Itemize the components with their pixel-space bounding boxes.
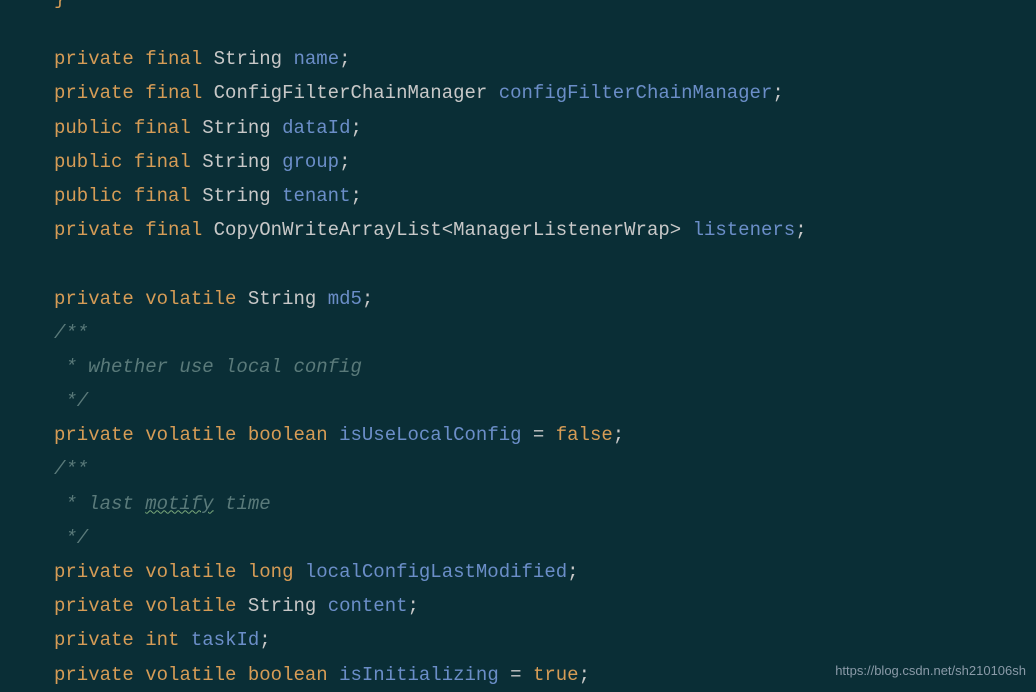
comment-body: * last motify time: [54, 487, 1036, 521]
angle-bracket: <: [442, 219, 453, 241]
type: String: [248, 595, 316, 617]
type: ConfigFilterChainManager: [214, 82, 488, 104]
identifier: listeners: [693, 219, 796, 241]
angle-bracket: >: [670, 219, 681, 241]
semicolon: ;: [339, 151, 350, 173]
blank-line: [54, 247, 1036, 281]
keyword-final: final: [134, 117, 191, 139]
keyword-final: final: [134, 185, 191, 207]
keyword-public: public: [54, 117, 122, 139]
boolean-literal: true: [533, 664, 579, 686]
comment-open: /**: [54, 452, 1036, 486]
type-boolean: boolean: [248, 664, 328, 686]
identifier: dataId: [282, 117, 350, 139]
keyword-final: final: [145, 48, 202, 70]
keyword-final: final: [145, 82, 202, 104]
type-int: int: [145, 629, 179, 651]
keyword-public: public: [54, 185, 122, 207]
blank-line: [54, 8, 1036, 42]
semicolon: ;: [339, 48, 350, 70]
keyword-private: private: [54, 48, 134, 70]
type: String: [202, 151, 270, 173]
type-long: long: [248, 561, 294, 583]
identifier: group: [282, 151, 339, 173]
code-line: private volatile long localConfigLastMod…: [54, 555, 1036, 589]
keyword-final: final: [145, 219, 202, 241]
keyword-volatile: volatile: [145, 664, 236, 686]
keyword-private: private: [54, 288, 134, 310]
code-block: private final String name; private final…: [54, 8, 1036, 692]
identifier: content: [328, 595, 408, 617]
type: String: [202, 117, 270, 139]
equals: =: [499, 664, 533, 686]
identifier: isUseLocalConfig: [339, 424, 521, 446]
type: String: [202, 185, 270, 207]
comment-open: /**: [54, 316, 1036, 350]
semicolon: ;: [351, 117, 362, 139]
identifier: md5: [328, 288, 362, 310]
semicolon: ;: [567, 561, 578, 583]
semicolon: ;: [579, 664, 590, 686]
keyword-private: private: [54, 561, 134, 583]
identifier: configFilterChainManager: [499, 82, 773, 104]
identifier: name: [293, 48, 339, 70]
keyword-private: private: [54, 424, 134, 446]
keyword-private: private: [54, 219, 134, 241]
typo-warning: motify: [145, 493, 213, 515]
semicolon: ;: [613, 424, 624, 446]
code-line: private final CopyOnWriteArrayList<Manag…: [54, 213, 1036, 247]
keyword-volatile: volatile: [145, 424, 236, 446]
keyword-volatile: volatile: [145, 561, 236, 583]
keyword-private: private: [54, 595, 134, 617]
code-line: private final ConfigFilterChainManager c…: [54, 76, 1036, 110]
semicolon: ;: [772, 82, 783, 104]
code-line: private final String name;: [54, 42, 1036, 76]
code-line: public final String tenant;: [54, 179, 1036, 213]
identifier: tenant: [282, 185, 350, 207]
keyword-private: private: [54, 82, 134, 104]
comment-text: * last: [54, 493, 145, 515]
keyword-public: public: [54, 151, 122, 173]
code-line: private int taskId;: [54, 623, 1036, 657]
semicolon: ;: [351, 185, 362, 207]
type: String: [248, 288, 316, 310]
comment-close: */: [54, 521, 1036, 555]
identifier: taskId: [191, 629, 259, 651]
code-fragment-top: }: [54, 0, 65, 16]
code-line: public final String dataId;: [54, 111, 1036, 145]
keyword-volatile: volatile: [145, 288, 236, 310]
code-line: private volatile boolean isUseLocalConfi…: [54, 418, 1036, 452]
keyword-final: final: [134, 151, 191, 173]
type: String: [214, 48, 282, 70]
keyword-private: private: [54, 664, 134, 686]
code-line: public final String group;: [54, 145, 1036, 179]
comment-close: */: [54, 384, 1036, 418]
watermark-text: https://blog.csdn.net/sh210106sh: [835, 659, 1026, 682]
code-line: private volatile String md5;: [54, 282, 1036, 316]
equals: =: [522, 424, 556, 446]
semicolon: ;: [362, 288, 373, 310]
semicolon: ;: [408, 595, 419, 617]
comment-body: * whether use local config: [54, 350, 1036, 384]
keyword-private: private: [54, 629, 134, 651]
type-param: ManagerListenerWrap: [453, 219, 670, 241]
type-boolean: boolean: [248, 424, 328, 446]
type: CopyOnWriteArrayList: [214, 219, 442, 241]
boolean-literal: false: [556, 424, 613, 446]
comment-text: time: [214, 493, 271, 515]
identifier: localConfigLastModified: [305, 561, 567, 583]
semicolon: ;: [795, 219, 806, 241]
semicolon: ;: [259, 629, 270, 651]
code-line: private volatile String content;: [54, 589, 1036, 623]
keyword-volatile: volatile: [145, 595, 236, 617]
identifier: isInitializing: [339, 664, 499, 686]
